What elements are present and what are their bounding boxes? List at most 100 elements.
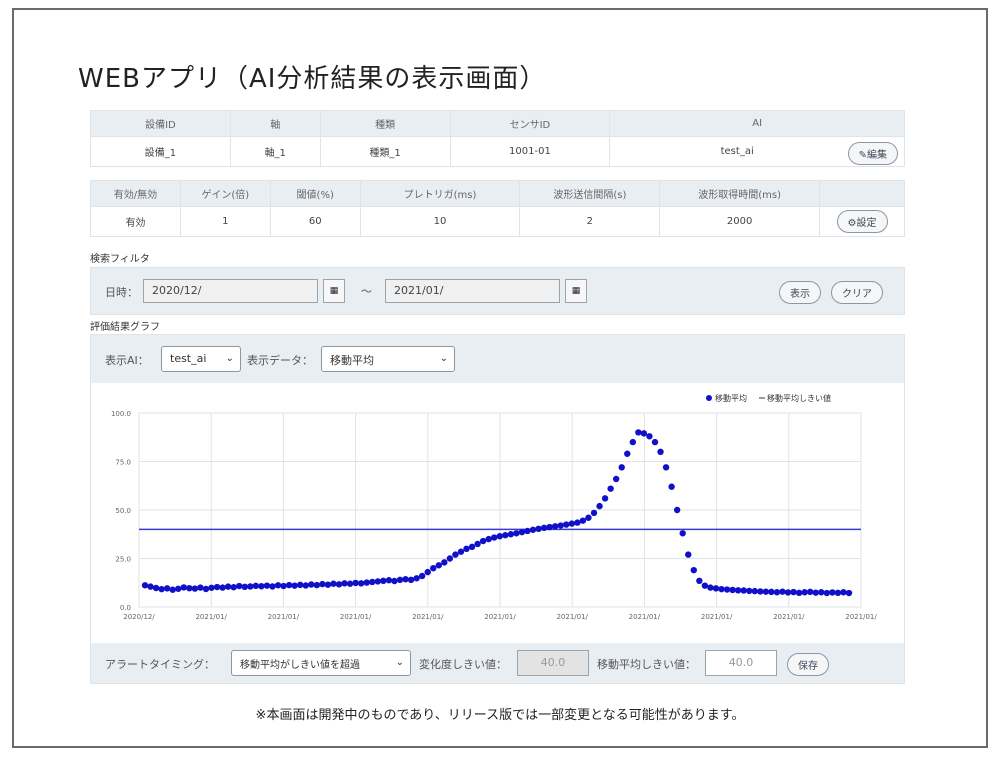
data-point: [457, 548, 465, 555]
data-point: [707, 584, 714, 591]
settings-button[interactable]: ⚙設定: [836, 210, 888, 233]
data-point: [435, 562, 442, 569]
data-point: [219, 584, 226, 591]
data-point: [646, 433, 653, 440]
data-point: [230, 584, 237, 591]
device-table-header: 設備ID 軸 種類 センサID AI: [90, 110, 905, 137]
alert-timing-select[interactable]: 移動平均がしきい値を超過 ⌄: [231, 650, 411, 676]
y-tick-label: 75.0: [115, 459, 131, 467]
device-table: 設備ID 軸 種類 センサID AI 設備_1 軸_1 種類_1 1001-01…: [90, 110, 905, 167]
ma-threshold-input[interactable]: 40.0: [705, 650, 777, 676]
data-point: [407, 576, 415, 584]
footnote: ※本画面は開発中のものであり、リリース版では一部変更となる可能性があります。: [255, 708, 745, 723]
alert-bar: アラートタイミング： 移動平均がしきい値を超過 ⌄ 変化度しきい値： 40.0 …: [91, 643, 904, 683]
pencil-icon: ✎: [858, 150, 867, 161]
x-tick-label: 2021/01/: [268, 613, 300, 621]
edit-button[interactable]: ✎編集: [847, 142, 898, 165]
data-point: [524, 527, 531, 535]
settings-table: 有効/無効 ゲイン(倍) 閾値(%) プレトリガ(ms) 波形送信間隔(s) 波…: [90, 180, 905, 237]
data-point: [784, 589, 792, 596]
cell-device-id: 設備_1: [90, 136, 231, 167]
graph-section-label: 評価結果グラフ: [90, 322, 160, 333]
data-point: [313, 581, 321, 589]
header-enabled: 有効/無効: [90, 180, 181, 207]
header-ai: AI: [609, 110, 905, 137]
data-point: [601, 495, 609, 502]
data-point: [141, 582, 149, 589]
cell-type: 種類_1: [319, 136, 451, 167]
date-from-input[interactable]: 2020/12/: [143, 279, 318, 303]
save-button[interactable]: 保存: [787, 653, 829, 676]
data-point: [163, 585, 171, 592]
data-point: [574, 519, 581, 526]
cell-axis: 軸_1: [229, 136, 321, 167]
x-tick-label: 2020/12/: [123, 613, 155, 621]
data-point: [446, 555, 454, 562]
data-point: [352, 579, 359, 587]
data-point: [612, 475, 620, 483]
x-tick-label: 2021/01/: [195, 613, 227, 621]
data-point: [224, 583, 232, 590]
calendar-to-icon[interactable]: ▦: [565, 279, 587, 303]
data-point: [502, 532, 509, 539]
data-point: [391, 577, 398, 585]
x-tick-label: 2021/01/: [629, 613, 661, 621]
data-point: [291, 582, 298, 589]
data-point: [152, 584, 160, 592]
data-point: [723, 586, 731, 593]
ai-select-value: test_ai: [170, 352, 207, 365]
data-point: [385, 577, 393, 584]
table-row: 設備_1 軸_1 種類_1 1001-01 test_ai ✎編集: [90, 136, 905, 167]
y-tick-label: 50.0: [115, 507, 131, 515]
x-tick-label: 2021/01/: [773, 613, 805, 621]
date-to-input[interactable]: 2021/01/: [385, 279, 560, 303]
y-tick-label: 0.0: [120, 604, 131, 612]
data-point: [651, 438, 659, 446]
data-point: [640, 430, 648, 437]
data-point: [818, 589, 825, 596]
chevron-down-icon: ⌄: [439, 353, 448, 364]
data-point: [529, 526, 537, 533]
data-point: [147, 583, 154, 590]
data-point: [840, 589, 847, 596]
data-point: [324, 581, 332, 588]
data-point: [568, 520, 576, 527]
alert-timing-label: アラートタイミング：: [105, 658, 215, 671]
cell-threshold: 60: [269, 206, 361, 237]
calendar-from-icon[interactable]: ▦: [323, 279, 345, 303]
data-point: [263, 582, 271, 589]
data-point: [252, 582, 260, 590]
data-point: [380, 577, 387, 585]
data-point: [169, 586, 176, 593]
data-point: [696, 577, 703, 585]
data-point: [757, 588, 764, 595]
ai-select[interactable]: test_ai ⌄: [161, 346, 241, 372]
data-point: [812, 589, 819, 596]
data-point: [186, 584, 193, 592]
data-point: [369, 578, 376, 586]
data-point: [768, 588, 775, 596]
data-select[interactable]: 移動平均 ⌄: [321, 346, 455, 372]
cell-pretrigger: 10: [359, 206, 521, 237]
header-pretrigger: プレトリガ(ms): [359, 180, 521, 207]
data-point: [468, 543, 476, 551]
clear-button[interactable]: クリア: [831, 281, 883, 304]
data-point: [363, 579, 370, 586]
settings-button-label: 設定: [856, 218, 877, 229]
data-point: [302, 582, 309, 589]
data-point: [795, 589, 803, 597]
show-button[interactable]: 表示: [779, 281, 821, 304]
data-point: [236, 582, 243, 590]
date-range-separator: ～: [361, 285, 372, 298]
x-tick-label: 2021/01/: [484, 613, 516, 621]
date-label: 日時：: [105, 286, 138, 299]
change-threshold-input[interactable]: 40.0: [517, 650, 589, 676]
data-point: [507, 531, 515, 538]
data-point: [635, 429, 642, 436]
data-point: [701, 582, 709, 589]
data-point: [297, 581, 304, 589]
header-threshold: 閾値(%): [269, 180, 361, 207]
data-point: [396, 576, 404, 584]
data-point: [518, 528, 526, 536]
data-point: [834, 589, 842, 597]
